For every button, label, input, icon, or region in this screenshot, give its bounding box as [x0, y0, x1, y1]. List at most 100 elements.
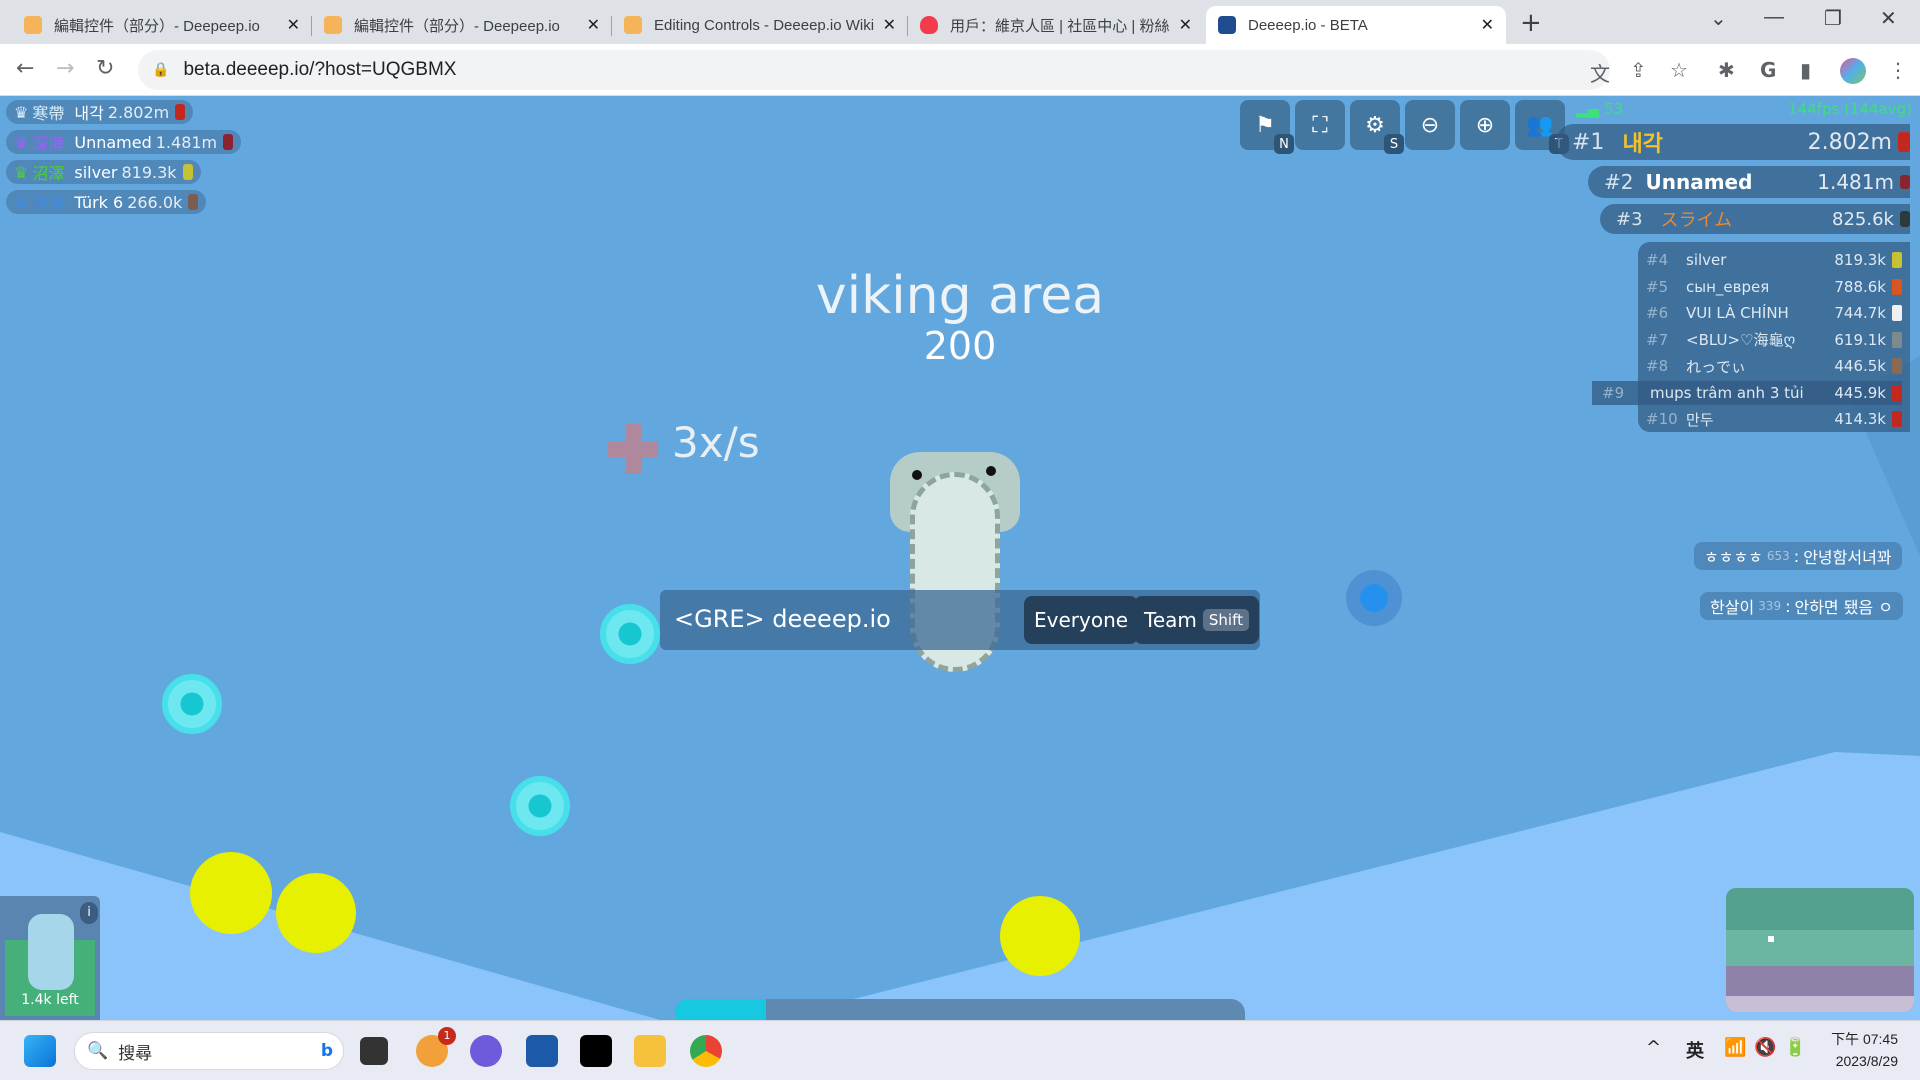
enemy-orb	[1346, 570, 1402, 626]
close-tab-icon[interactable]: ✕	[883, 15, 896, 35]
lock-icon: 🔒	[152, 62, 170, 78]
everyone-label: Everyone	[1034, 608, 1129, 632]
chat-level: 339	[1758, 599, 1782, 613]
crown-icon: ♛	[14, 102, 29, 122]
browser-tab-bar: 編輯控件（部分）- Deepeep.io ✕ 編輯控件（部分）- Deepeep…	[0, 0, 1920, 44]
chat-message: ㅎㅎㅎㅎ 653: 안녕함서녀꽈	[1694, 542, 1902, 570]
url-bar[interactable]: 🔒 beta.deeeep.io/?host=UQGBMX	[138, 50, 1610, 90]
chat-everyone-button[interactable]: Everyone	[1024, 596, 1139, 644]
minimap[interactable]	[1726, 888, 1914, 1012]
chat-box: <GRE> deeeep.io Everyone Team Shift	[660, 590, 1260, 650]
forward-arrow-icon[interactable]: →	[56, 56, 74, 81]
back-arrow-icon[interactable]: ←	[16, 56, 34, 81]
chat-message: 한살이 339: 안하면 됐음 ㅇ	[1700, 592, 1903, 620]
tab-search-chevron-icon[interactable]: ⌄	[1710, 6, 1727, 31]
taskbar-search[interactable]: 🔍 搜尋 b	[74, 1032, 344, 1070]
show-hidden-icons-chevron[interactable]: ^	[1646, 1037, 1661, 1058]
fullscreen-button[interactable]: ⛶	[1295, 100, 1345, 150]
system-clock[interactable]: 下午 07:45 2023/8/29	[1831, 1028, 1898, 1072]
tribe-name: 寒帶	[32, 104, 65, 123]
xp-progress-bar	[675, 999, 1245, 1020]
tab-title: Editing Controls - Deeeep.io Wiki	[654, 16, 875, 34]
restore-button[interactable]: ❐	[1824, 6, 1842, 31]
player-name: 만두	[1686, 410, 1714, 429]
close-tab-icon[interactable]: ✕	[287, 15, 300, 35]
share-icon[interactable]: ⇪	[1630, 58, 1647, 82]
bing-icon: b	[320, 1041, 333, 1061]
map-search-button[interactable]: ⚑ N	[1240, 100, 1294, 154]
task-view-icon[interactable]	[360, 1037, 388, 1065]
clock-date: 2023/8/29	[1835, 1053, 1898, 1069]
deeeep-fish-icon	[324, 16, 342, 34]
chat-input[interactable]: <GRE> deeeep.io	[674, 605, 891, 633]
browser-tab[interactable]: 用戶：維京人區 | 社區中心 | 粉絲 ✕	[908, 6, 1204, 44]
reload-icon[interactable]: ↻	[96, 56, 114, 81]
translate-icon[interactable]: 文	[1590, 58, 1610, 87]
more-menu-icon[interactable]: ⋮	[1888, 58, 1908, 82]
player-name: Unnamed	[1645, 170, 1753, 194]
settings-button[interactable]: ⚙ S	[1350, 100, 1404, 154]
fullscreen-icon: ⛶	[1312, 112, 1328, 138]
next-animal-icon	[28, 914, 74, 990]
player-name: mups trâm anh 3 tủi	[1650, 383, 1804, 402]
google-g-icon[interactable]: G	[1760, 58, 1776, 82]
close-window-button[interactable]: ✕	[1880, 6, 1897, 31]
animal-icon	[175, 104, 186, 120]
player-score: 1.481m	[1817, 170, 1894, 194]
close-tab-icon[interactable]: ✕	[1481, 15, 1494, 35]
info-button[interactable]: i	[80, 902, 98, 924]
evolution-card[interactable]: i 1.4k left	[0, 896, 100, 1020]
regen-rate: 3x/s	[672, 418, 760, 467]
rank: #1	[1572, 129, 1605, 155]
windows-start-icon[interactable]	[24, 1035, 56, 1067]
close-tab-icon[interactable]: ✕	[587, 15, 600, 35]
search-placeholder: 搜尋	[118, 1043, 153, 1064]
area-name: viking area	[815, 266, 1105, 326]
wifi-icon[interactable]: 📶	[1724, 1037, 1746, 1058]
team-people-icon: 👥	[1526, 112, 1554, 138]
tribe-leader-row: ♛ 沼澤 silver 819.3k	[6, 160, 201, 184]
tribe-name: 海洋	[32, 194, 65, 213]
ping-value: 53	[1603, 100, 1623, 118]
file-explorer-icon[interactable]	[634, 1035, 666, 1067]
url-text[interactable]: beta.deeeep.io/?host=UQGBMX	[183, 59, 456, 81]
ime-indicator[interactable]: 英	[1686, 1037, 1704, 1063]
fandom-flame-icon	[920, 16, 938, 34]
zoom-in-icon: ⊕	[1475, 112, 1495, 138]
rank: #9	[1602, 383, 1625, 402]
zoom-out-button[interactable]: ⊖	[1405, 100, 1455, 150]
windows-taskbar: 🔍 搜尋 b 1 ^ 英 📶 🔇 🔋 下午 07:45 2023/8/29	[0, 1020, 1920, 1080]
browser-tab[interactable]: 編輯控件（部分）- Deepeep.io ✕	[12, 6, 312, 44]
minimize-button[interactable]: —	[1764, 6, 1784, 29]
extensions-puzzle-icon[interactable]: ✱	[1718, 58, 1735, 82]
zoom-out-icon: ⊖	[1420, 112, 1440, 138]
ms-store-icon[interactable]	[526, 1035, 558, 1067]
browser-tab-active[interactable]: Deeeep.io - BETA ✕	[1206, 6, 1506, 44]
chrome-icon[interactable]	[690, 1035, 722, 1067]
chat-sender: ㅎㅎㅎㅎ	[1704, 548, 1763, 567]
bookmark-star-icon[interactable]: ☆	[1670, 58, 1688, 82]
new-tab-button[interactable]: +	[1520, 8, 1542, 38]
teams-meet-icon[interactable]	[470, 1035, 502, 1067]
weather-icon[interactable]: 1	[416, 1027, 456, 1067]
clock-time: 下午 07:45	[1831, 1031, 1898, 1047]
chat-text: 안하면 됐음 ㅇ	[1794, 598, 1893, 617]
browser-tab[interactable]: 編輯控件（部分）- Deepeep.io ✕	[312, 6, 612, 44]
yellow-food	[190, 852, 272, 934]
capcut-icon[interactable]	[580, 1035, 612, 1067]
chat-team-button[interactable]: Team Shift	[1134, 596, 1259, 644]
settings-gear-icon: ⚙	[1365, 112, 1385, 138]
fps-counter: 144fps (144avg)	[1788, 100, 1912, 118]
close-tab-icon[interactable]: ✕	[1179, 15, 1192, 35]
player-name: スライム	[1660, 210, 1733, 231]
profile-avatar[interactable]	[1840, 58, 1866, 84]
game-canvas[interactable]: ♛ 寒帶 내각 2.802m ♛ 深海 Unnamed 1.481m ♛ 沼澤 …	[0, 96, 1920, 1020]
side-panel-icon[interactable]: ▮	[1800, 58, 1811, 82]
browser-tab[interactable]: Editing Controls - Deeeep.io Wiki ✕	[612, 6, 908, 44]
tribe-leader-row: ♛ 海洋 Türk 6 266.0k	[6, 190, 207, 214]
battery-icon[interactable]: 🔋	[1784, 1037, 1806, 1058]
zoom-in-button[interactable]: ⊕	[1460, 100, 1510, 150]
volume-muted-icon[interactable]: 🔇	[1754, 1037, 1776, 1058]
leaderboard-row-1: #1 내각 2.802m	[1556, 124, 1910, 160]
notification-badge: 1	[438, 1027, 456, 1045]
